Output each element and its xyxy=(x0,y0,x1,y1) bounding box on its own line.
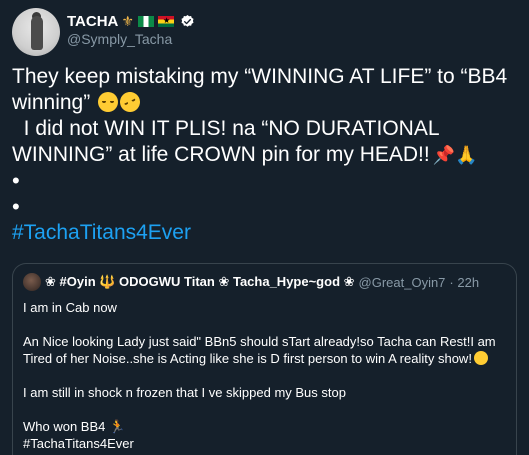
author-handle[interactable]: @Symply_Tacha xyxy=(67,31,172,47)
quoted-tweet-card[interactable]: ❀ #Oyin 🔱 ODOGWU Titan ❀ Tacha_Hype~god … xyxy=(12,263,517,455)
rolling-laughing-emoji-icon xyxy=(116,88,144,116)
quoted-tweet-body: I am in Cab now An Nice looking Lady jus… xyxy=(23,299,508,452)
quoted-paragraph-1: I am in Cab now xyxy=(23,300,117,315)
tweet-line-4: WINNING” at life CROWN pin for my HEAD!!… xyxy=(12,142,522,168)
avatar[interactable] xyxy=(12,8,60,56)
quoted-author-display-name[interactable]: ❀ #Oyin 🔱 ODOGWU Titan ❀ Tacha_Hype~god … xyxy=(45,274,355,290)
author-display-name[interactable]: TACHA xyxy=(67,13,118,30)
quoted-paragraph-2-text: An Nice looking Lady just said" BBn5 sho… xyxy=(23,334,496,366)
folded-hands-emoji-icon: 🙏 xyxy=(455,145,478,165)
author-name-row[interactable]: TACHA ⚜ xyxy=(67,11,195,31)
quoted-paragraph-4: Who won BB4 🏃 xyxy=(23,418,508,435)
runner-emoji-icon: 🏃 xyxy=(109,419,126,434)
tears-of-joy-emoji-icon xyxy=(98,92,119,112)
tweet-hashtag-link[interactable]: #TachaTitans4Ever xyxy=(12,220,522,246)
nigeria-flag-icon xyxy=(137,15,154,27)
tweet-line-3: I did not WIN IT PLIS! na “NO DURATIONAL xyxy=(12,117,440,140)
verified-badge-icon xyxy=(181,14,194,27)
tweet-body: They keep mistaking my “WINNING AT LIFE”… xyxy=(12,64,522,246)
quoted-author-avatar[interactable] xyxy=(23,273,41,291)
tweet-line-2-text: winning” xyxy=(12,91,97,114)
avatar-figure-shape xyxy=(31,16,43,50)
tweet-bullet-2: • xyxy=(12,194,20,219)
tweet-header: TACHA ⚜ @Symply_Tacha xyxy=(12,8,517,56)
pushpin-emoji-icon: 📌 xyxy=(432,145,456,165)
confused-face-emoji-icon xyxy=(473,351,488,365)
quoted-tweet-header: ❀ #Oyin 🔱 ODOGWU Titan ❀ Tacha_Hype~god … xyxy=(23,273,479,291)
quoted-paragraph-2: An Nice looking Lady just said" BBn5 sho… xyxy=(23,333,508,367)
quoted-paragraph-3: I am still in shock n frozen that I ve s… xyxy=(23,385,346,400)
quoted-author-handle[interactable]: @Great_Oyin7 xyxy=(359,275,446,290)
tweet-line-1: They keep mistaking my “WINNING AT LIFE”… xyxy=(12,65,508,88)
ghana-flag-icon xyxy=(157,15,174,27)
quoted-hashtag[interactable]: #TachaTitans4Ever xyxy=(23,435,508,452)
tweet-line-2: winning” xyxy=(12,88,522,116)
trident-emoji-icon: ⚜ xyxy=(121,13,134,29)
quoted-paragraph-4-text: Who won BB4 xyxy=(23,419,106,434)
tweet-bullet-1: • xyxy=(12,168,20,193)
quoted-tweet-timestamp[interactable]: · 22h xyxy=(449,275,479,290)
tweet-line-4-text: WINNING” at life CROWN pin for my HEAD!! xyxy=(12,143,430,166)
